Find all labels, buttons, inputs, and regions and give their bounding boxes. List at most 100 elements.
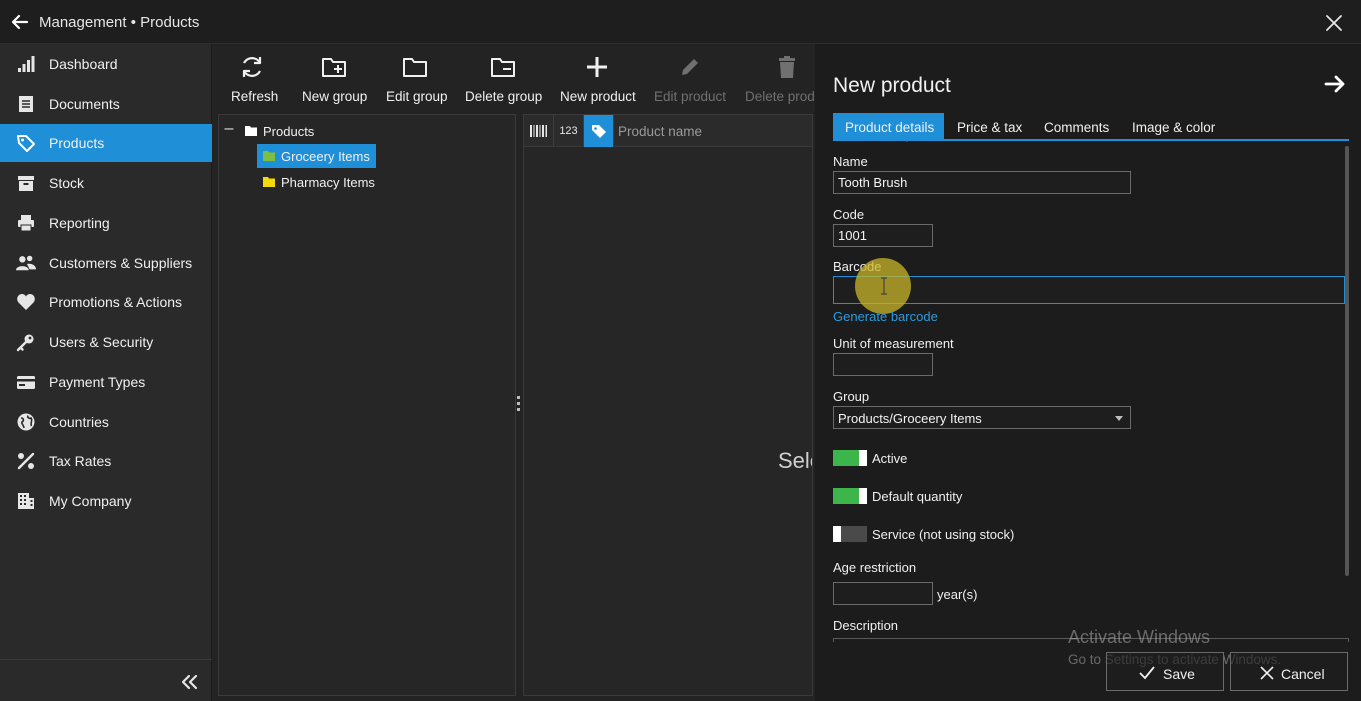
sidebar-item-documents[interactable]: Documents <box>0 85 212 123</box>
code-label: Code <box>833 207 865 222</box>
trash-icon <box>779 56 795 78</box>
footer-buttons: Save Cancel <box>1106 652 1350 692</box>
new-product-button[interactable]: New product <box>556 44 638 112</box>
tab-comments[interactable]: Comments <box>1032 113 1121 139</box>
unit-of-measurement-field[interactable] <box>833 353 933 376</box>
credit-card-icon <box>17 376 35 389</box>
product-grid: 123 Product name Select a product group <box>523 114 813 696</box>
delete-product-button[interactable]: Delete product <box>742 44 814 112</box>
app-window: Management • Products Dashboard Document… <box>0 0 1361 701</box>
group-select-value: Products/Groceery Items <box>838 411 982 426</box>
refresh-icon <box>242 57 262 77</box>
panel-title: New product <box>833 74 951 97</box>
users-icon <box>16 255 36 271</box>
sidebar-item-label: Users & Security <box>49 334 154 350</box>
default-quantity-label: Default quantity <box>872 489 963 504</box>
tree-collapse-toggle[interactable]: – <box>223 120 235 140</box>
sidebar-item-stock[interactable]: Stock <box>0 164 212 202</box>
column-barcode[interactable] <box>524 115 554 147</box>
folder-icon <box>245 126 257 136</box>
group-tree: – Products Groceery Items Pharmacy Items <box>218 114 516 696</box>
delete-group-button[interactable]: Delete group <box>462 44 544 112</box>
sidebar-item-customers-suppliers[interactable]: Customers & Suppliers <box>0 244 212 282</box>
pencil-icon <box>682 59 698 75</box>
printer-icon <box>18 215 34 232</box>
generate-barcode-link[interactable]: Generate barcode <box>833 309 938 324</box>
detail-tabs: Product details Price & tax Comments Ima… <box>833 113 1349 142</box>
tree-node-label: Products <box>263 123 315 139</box>
close-icon <box>1260 666 1274 680</box>
sidebar-item-reporting[interactable]: Reporting <box>0 204 212 242</box>
refresh-button[interactable]: Refresh <box>224 44 282 112</box>
tree-node-label: Pharmacy Items <box>281 174 375 190</box>
globe-icon <box>17 413 35 431</box>
back-arrow-icon[interactable] <box>10 12 30 32</box>
name-field[interactable] <box>833 171 1131 194</box>
percent-icon <box>17 452 35 470</box>
tag-icon <box>592 125 606 138</box>
activation-watermark-title: Activate Windows <box>1068 627 1211 647</box>
sidebar-item-label: Products <box>49 135 105 151</box>
close-icon[interactable] <box>1324 13 1344 33</box>
folder-icon <box>263 177 275 187</box>
sidebar-item-tax-rates[interactable]: Tax Rates <box>0 442 212 480</box>
sidebar-footer <box>0 659 212 701</box>
default-quantity-toggle[interactable] <box>833 488 867 504</box>
toolbar: Refresh New group Edit group Delete grou… <box>214 44 814 112</box>
edit-product-label: Edit product <box>654 89 727 104</box>
sidebar-item-label: Tax Rates <box>49 453 112 469</box>
folder-minus-icon <box>491 58 515 77</box>
building-icon <box>18 493 34 509</box>
age-restriction-field[interactable] <box>833 582 933 605</box>
tab-product-details[interactable]: Product details <box>833 113 944 139</box>
cancel-button[interactable]: Cancel <box>1230 652 1348 691</box>
title-bar: Management • Products <box>0 0 1361 44</box>
edit-product-button[interactable]: Edit product <box>650 44 730 112</box>
double-chevron-left-icon[interactable] <box>180 673 200 691</box>
sidebar-item-promotions-actions[interactable]: Promotions & Actions <box>0 283 212 321</box>
panel-splitter[interactable] <box>517 396 521 418</box>
sidebar-item-dashboard[interactable]: Dashboard <box>0 45 212 83</box>
tree-node-pharmacy-items[interactable]: Pharmacy Items <box>257 170 381 194</box>
group-select[interactable]: Products/Groceery Items <box>833 406 1131 429</box>
active-toggle[interactable] <box>833 450 867 466</box>
tab-caret <box>903 138 911 142</box>
tree-node-products[interactable]: Products <box>239 119 320 143</box>
window-title: Management • Products <box>39 14 200 31</box>
new-product-label: New product <box>560 89 636 104</box>
age-restriction-label: Age restriction <box>833 560 917 575</box>
forward-arrow-icon[interactable] <box>1323 72 1347 96</box>
edit-group-button[interactable]: Edit group <box>382 44 450 112</box>
sidebar-item-products[interactable]: Products <box>0 124 212 162</box>
uom-label: Unit of measurement <box>833 336 954 351</box>
new-group-button[interactable]: New group <box>298 44 370 112</box>
sidebar-item-label: Customers & Suppliers <box>49 255 193 271</box>
tab-image-color[interactable]: Image & color <box>1120 113 1227 139</box>
sidebar-item-label: Promotions & Actions <box>49 294 183 310</box>
product-form: Name Code Barcode Generate barcode Unit … <box>833 146 1346 641</box>
cancel-label: Cancel <box>1281 666 1325 682</box>
grid-header: 123 Product name <box>524 115 812 147</box>
sidebar-item-users-security[interactable]: Users & Security <box>0 323 212 361</box>
code-field[interactable] <box>833 224 933 247</box>
delete-group-label: Delete group <box>465 89 543 104</box>
column-tag[interactable] <box>584 115 614 147</box>
barcode-field[interactable] <box>833 276 1345 304</box>
column-code[interactable]: 123 <box>554 115 584 147</box>
sidebar-item-payment-types[interactable]: Payment Types <box>0 363 212 401</box>
service-toggle[interactable] <box>833 526 867 542</box>
save-button[interactable]: Save <box>1106 652 1224 691</box>
form-scrollbar[interactable] <box>1345 146 1349 576</box>
sidebar-item-my-company[interactable]: My Company <box>0 482 212 520</box>
group-label: Group <box>833 389 870 404</box>
sidebar-item-countries[interactable]: Countries <box>0 403 212 441</box>
tree-node-label: Groceery Items <box>281 148 370 164</box>
tree-node-groceery-items[interactable]: Groceery Items <box>257 144 376 168</box>
tab-price-tax[interactable]: Price & tax <box>945 113 1034 139</box>
grid-empty-message: Select a product group <box>778 448 812 473</box>
folder-icon <box>263 151 275 161</box>
new-group-label: New group <box>302 89 368 104</box>
edit-group-label: Edit group <box>386 89 448 104</box>
age-unit-label: year(s) <box>937 587 978 602</box>
column-product-name[interactable]: Product name <box>618 124 702 139</box>
